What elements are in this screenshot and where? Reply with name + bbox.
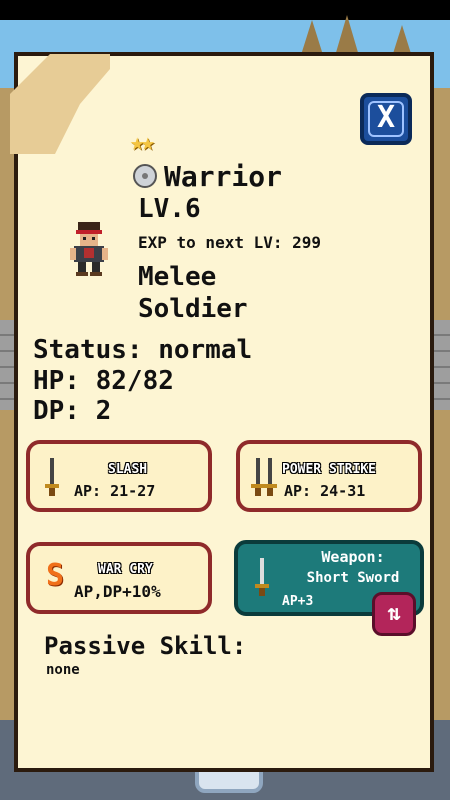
skill-ap: AP: 24-31 (284, 482, 366, 500)
skill-power-strike-button[interactable]: POWER STRIKE AP: 24-31 (236, 440, 422, 512)
skill-name: POWER STRIKE (282, 462, 376, 477)
exp-to-next-level: EXP to next LV: 299 (138, 233, 322, 252)
rank-stars: ★★ (130, 128, 155, 156)
sword-icon (263, 458, 277, 496)
status-text: Status: normal (33, 335, 253, 365)
passive-skill-label: Passive Skill: (44, 632, 247, 660)
role-line-1: Melee (138, 262, 217, 292)
war-cry-icon: S (46, 558, 65, 593)
hp-text: HP: 82/82 (33, 366, 174, 396)
hero-level: LV.6 (138, 194, 201, 224)
sword-icon (255, 558, 269, 596)
skill-name: WAR CRY (98, 562, 153, 577)
dp-text: DP: 2 (33, 396, 112, 426)
close-icon: X (368, 101, 404, 137)
class-name: Warrior (164, 160, 283, 193)
skill-ap: AP: 21-27 (74, 482, 156, 500)
swap-weapon-button[interactable]: ⇅ (372, 592, 416, 636)
skill-name: SLASH (108, 462, 148, 477)
weapon-bonus: AP+3 (282, 594, 314, 609)
sword-icon (45, 458, 59, 496)
role-line-2: Soldier (138, 294, 248, 324)
warrior-avatar (70, 222, 108, 276)
stone-wall-right (432, 320, 450, 410)
sword-icon (251, 458, 265, 496)
skill-war-cry-button[interactable]: S WAR CRY AP,DP+10% (26, 542, 212, 614)
stone-wall-left (0, 320, 14, 410)
skill-slash-button[interactable]: SLASH AP: 21-27 (26, 440, 212, 512)
weapon-name: Short Sword (306, 570, 400, 586)
weapon-label: Weapon: (321, 548, 385, 566)
close-button[interactable]: X (360, 93, 412, 145)
skill-ap: AP,DP+10% (74, 582, 161, 601)
shield-icon (133, 164, 157, 188)
swap-icon: ⇅ (387, 601, 401, 626)
passive-skill-value: none (46, 662, 80, 678)
